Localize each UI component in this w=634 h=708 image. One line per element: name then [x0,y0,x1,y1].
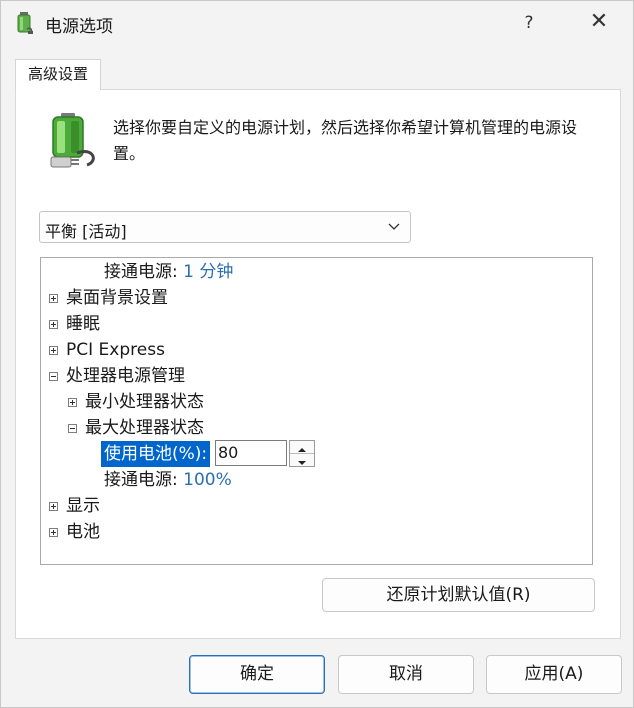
power-options-icon [17,12,33,34]
power-plan-dropdown[interactable]: 平衡 [活动] [39,211,411,243]
tab-advanced-settings[interactable]: 高级设置 [15,59,101,90]
spin-down-button[interactable] [290,454,314,466]
tree-item-sleep[interactable]: 睡眠 [66,312,100,336]
setting-value-link[interactable]: 1 分钟 [183,262,233,282]
setting-label: 接通电源: [104,262,178,282]
tree-item-processor-power[interactable]: 处理器电源管理 [66,364,185,388]
on-battery-value-input[interactable]: 80 [215,440,287,466]
description-text: 选择你要自定义的电源计划，然后选择你希望计算机管理的电源设置。 [113,118,578,163]
arrow-down-icon [298,461,306,465]
settings-tree[interactable]: 接通电源: 1 分钟 桌面背景设置 睡眠 PCI Express 处理器电源管理… [40,257,593,565]
tree-item-min-processor-state[interactable]: 最小处理器状态 [85,390,204,414]
expand-icon[interactable] [49,346,58,355]
selected-plan: 平衡 [活动] [45,222,127,241]
restore-defaults-button[interactable]: 还原计划默认值(R) [322,578,595,612]
expand-icon[interactable] [68,398,77,407]
battery-plug-icon [50,113,95,168]
expand-icon[interactable] [49,528,58,537]
expand-icon[interactable] [49,502,58,511]
window-title: 电源选项 [45,17,113,37]
help-button[interactable]: ? [511,6,547,40]
tree-item-plugged-in-timeout[interactable]: 接通电源: 1 分钟 [104,260,233,284]
tree-item-max-processor-state[interactable]: 最大处理器状态 [85,416,204,440]
chevron-down-icon [388,223,400,230]
value-spinner[interactable] [289,440,315,467]
apply-button[interactable]: 应用(A) [486,655,622,694]
tree-item-plugged-in[interactable]: 接通电源: 100% [104,468,232,492]
cancel-button[interactable]: 取消 [338,655,474,694]
expand-icon[interactable] [49,294,58,303]
on-battery-label[interactable]: 使用电池(%): [101,441,211,467]
tree-item-display[interactable]: 显示 [66,494,100,518]
close-button[interactable]: ✕ [579,6,619,40]
collapse-icon[interactable] [68,424,77,433]
expand-icon[interactable] [49,320,58,329]
setting-value-link[interactable]: 100% [183,470,232,490]
power-options-dialog: 电源选项 ? ✕ 高级设置 选择你要自定义的电源计划，然后选择你希望计算机管理的… [0,0,634,708]
ok-button[interactable]: 确定 [189,655,325,694]
tree-item-desktop-background[interactable]: 桌面背景设置 [66,286,168,310]
title-bar[interactable]: 电源选项 ? ✕ [1,1,633,45]
spin-up-button[interactable] [290,441,314,454]
setting-label: 接通电源: [104,470,178,490]
tree-item-pci-express[interactable]: PCI Express [66,338,165,362]
collapse-icon[interactable] [49,372,58,381]
tree-item-battery[interactable]: 电池 [66,520,100,544]
